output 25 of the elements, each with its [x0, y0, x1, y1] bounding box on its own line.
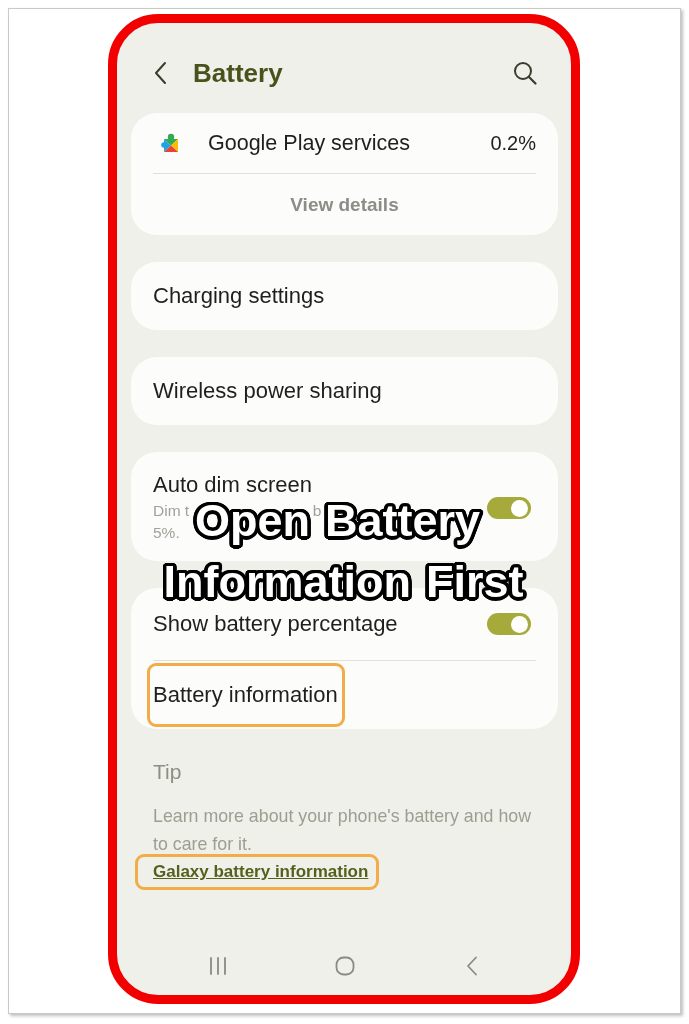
setting-label[interactable]: Battery information	[153, 683, 338, 707]
caption-word: Battery	[322, 498, 484, 550]
toggle-switch[interactable]	[487, 613, 531, 635]
caption-word: First	[424, 560, 527, 611]
search-icon[interactable]	[513, 61, 537, 85]
caption-word: Information	[162, 560, 413, 609]
usage-percent: 0.2%	[490, 131, 536, 155]
info-link[interactable]: Galaxy battery information	[153, 862, 369, 882]
setting-label[interactable]: Show battery percentage	[153, 612, 398, 636]
recents-icon[interactable]	[208, 957, 227, 975]
description-fragment: Dim t	[153, 501, 190, 521]
caption-word: Open	[192, 498, 313, 550]
home-icon[interactable]	[334, 956, 355, 976]
description-fragment: 5%.	[153, 522, 180, 543]
setting-label[interactable]: Auto dim screen	[153, 473, 312, 497]
puzzle-icon	[161, 133, 181, 153]
app-name: Google Play services	[208, 130, 410, 156]
back-icon[interactable]	[153, 61, 168, 85]
setting-label[interactable]: Wireless power sharing	[153, 379, 382, 403]
description-fragment: b	[312, 501, 322, 521]
tip-heading: Tip	[153, 759, 182, 785]
tip-text: Learn more about your phone's battery and how to care for it.	[153, 805, 533, 856]
setting-label[interactable]: Charging settings	[153, 284, 325, 308]
toggle-switch[interactable]	[487, 497, 531, 519]
page-title: Battery	[193, 57, 283, 89]
